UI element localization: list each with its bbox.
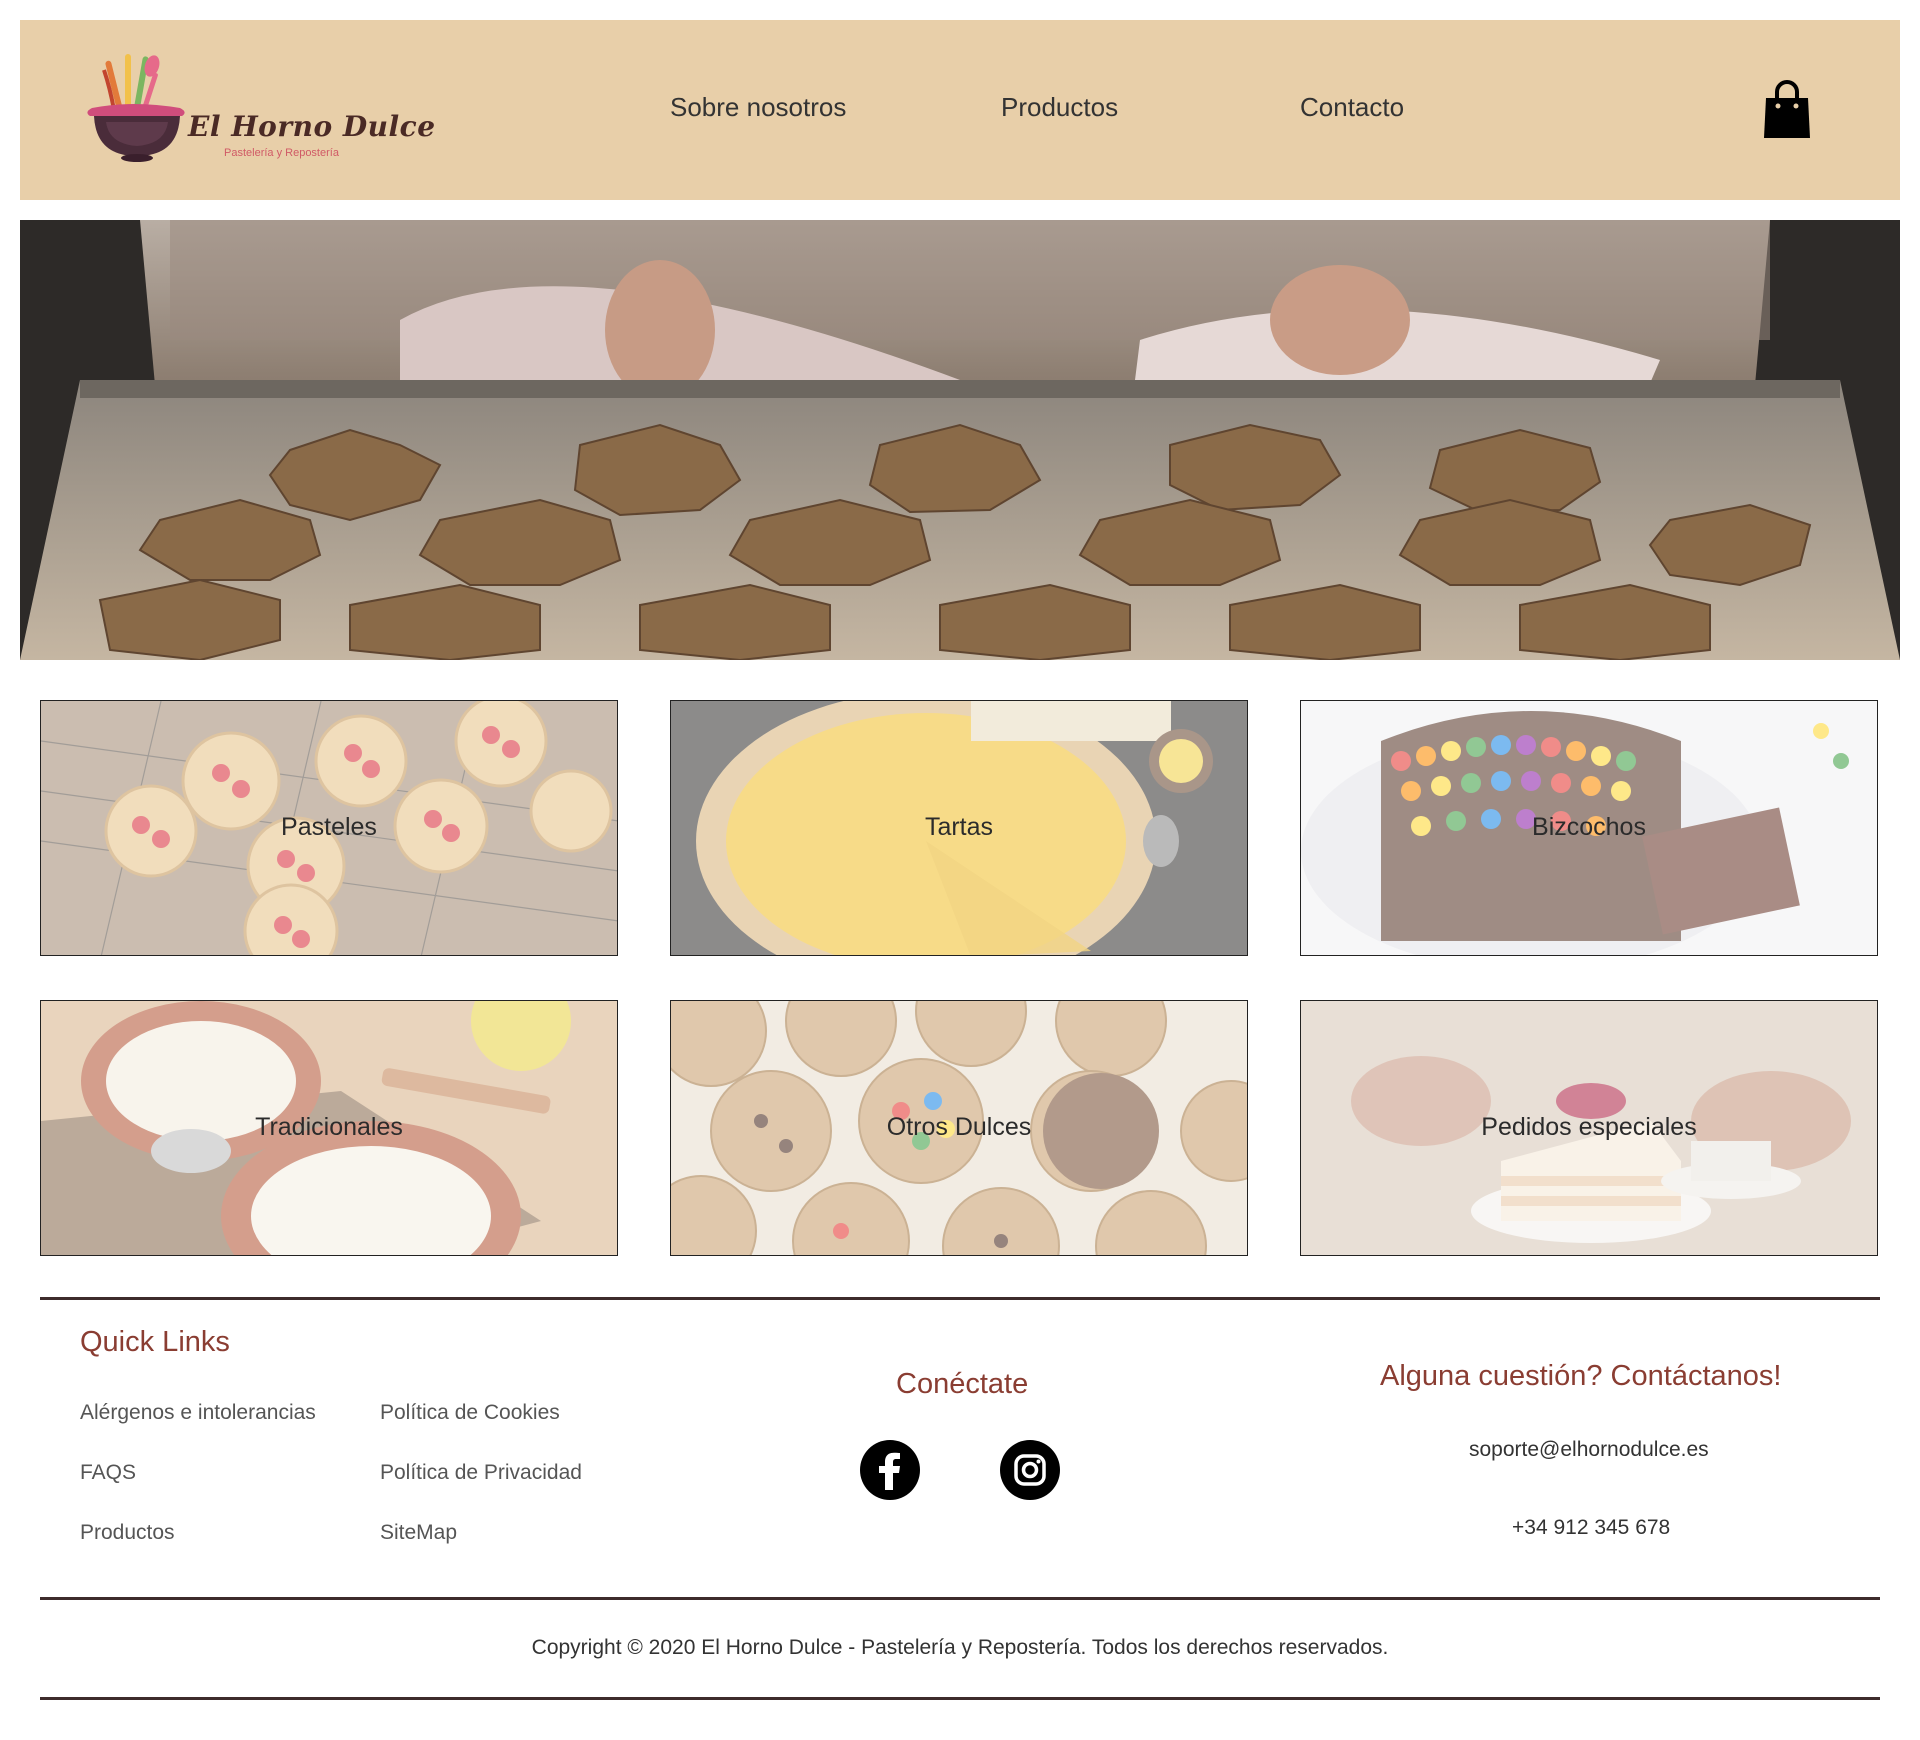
brand-logo[interactable]: El Horno Dulce Pastelería y Repostería [82, 50, 435, 180]
contact-email-link[interactable]: soporte@elhornodulce.es [1469, 1438, 1709, 1462]
category-label: Tradicionales [255, 1113, 403, 1141]
copyright-text: Copyright © 2020 El Horno Dulce - Pastel… [531, 1636, 1389, 1659]
shopping-bag-icon[interactable] [1762, 78, 1812, 145]
quick-link-productos[interactable]: Productos [80, 1521, 175, 1545]
page: El Horno Dulce Pastelería y Repostería S… [0, 0, 1920, 1740]
mixing-bowl-icon [87, 54, 185, 162]
category-card-pasteles[interactable]: Pasteles [40, 700, 618, 956]
hero-image [20, 220, 1900, 660]
category-label: Otros Dulces [886, 1113, 1032, 1141]
facebook-icon[interactable] [860, 1440, 920, 1505]
category-label: Pedidos especiales [1481, 1113, 1697, 1141]
site-header: El Horno Dulce Pastelería y Repostería S… [20, 20, 1900, 200]
footer-top-divider [40, 1297, 1880, 1300]
quick-link-politica-privacidad[interactable]: Política de Privacidad [380, 1461, 582, 1485]
category-card-bizcochos[interactable]: Bizcochos [1300, 700, 1878, 956]
category-card-pedidos-especiales[interactable]: Pedidos especiales [1300, 1000, 1878, 1256]
brand-name: El Horno Dulce [188, 110, 436, 143]
nav-item-productos[interactable]: Productos [1001, 92, 1118, 123]
brand-tagline: Pastelería y Repostería [224, 147, 339, 159]
quick-link-sitemap[interactable]: SiteMap [380, 1521, 457, 1545]
category-card-otros-dulces[interactable]: Otros Dulces [670, 1000, 1248, 1256]
social-title: Conéctate [896, 1368, 1029, 1400]
category-label: Pasteles [281, 813, 377, 841]
quick-links-title: Quick Links [80, 1326, 230, 1358]
category-card-tartas[interactable]: Tartas [670, 700, 1248, 956]
contact-phone-link[interactable]: +34 912 345 678 [1512, 1516, 1670, 1540]
category-card-tradicionales[interactable]: Tradicionales [40, 1000, 618, 1256]
quick-link-alergenos[interactable]: Alérgenos e intolerancias [80, 1401, 316, 1425]
category-label: Bizcochos [1532, 813, 1646, 841]
footer-bottom-divider [40, 1697, 1880, 1700]
quick-link-faqs[interactable]: FAQS [80, 1461, 136, 1485]
baking-tray-photo [20, 220, 1900, 660]
nav-item-sobre-nosotros[interactable]: Sobre nosotros [670, 92, 846, 123]
instagram-icon[interactable] [1000, 1440, 1060, 1505]
quick-link-politica-cookies[interactable]: Política de Cookies [380, 1401, 560, 1425]
nav-item-contacto[interactable]: Contacto [1300, 92, 1404, 123]
footer-middle-divider [40, 1597, 1880, 1600]
contact-title: Alguna cuestión? Contáctanos! [1380, 1360, 1782, 1392]
category-label: Tartas [924, 813, 994, 841]
